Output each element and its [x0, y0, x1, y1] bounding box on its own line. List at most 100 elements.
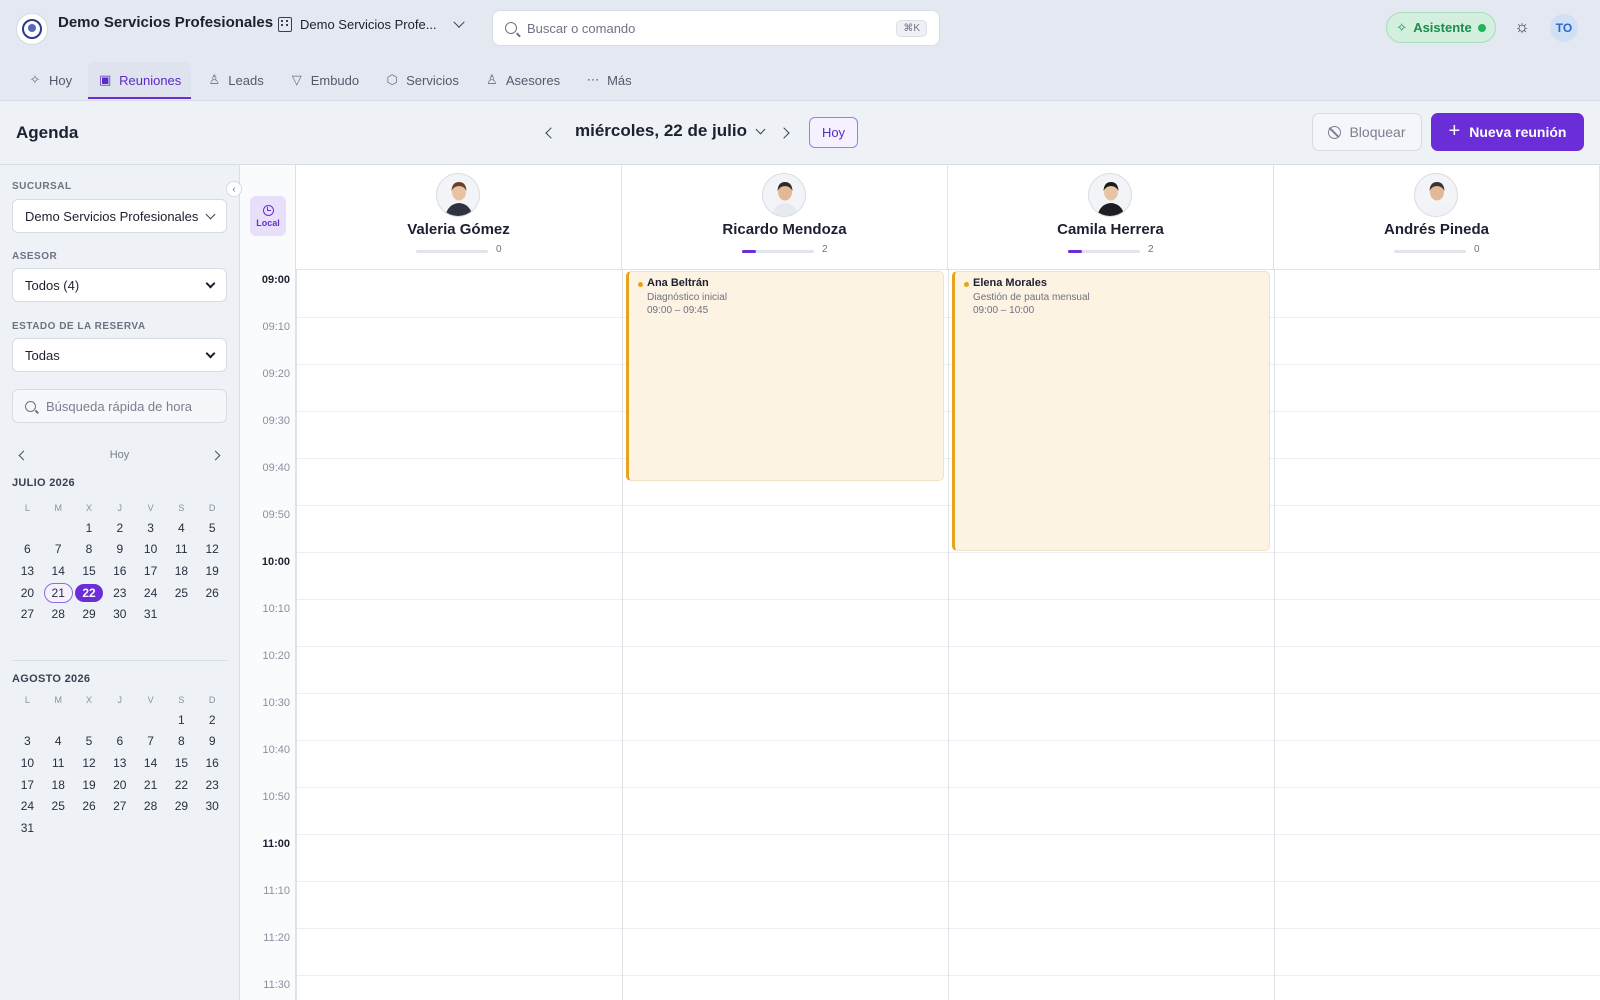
- calendar-day[interactable]: 2: [104, 517, 135, 539]
- timezone-toggle[interactable]: Local: [250, 196, 286, 236]
- branch-filter-select[interactable]: Demo Servicios Profesionales: [12, 199, 227, 233]
- calendar-day[interactable]: 31: [12, 817, 43, 839]
- calendar-day[interactable]: 6: [12, 539, 43, 561]
- calendar-day[interactable]: 16: [104, 560, 135, 582]
- calendar-day[interactable]: 22: [166, 774, 197, 796]
- calendar-day[interactable]: 10: [12, 752, 43, 774]
- status-filter-select[interactable]: Todas: [12, 338, 227, 372]
- calendar-day[interactable]: 12: [74, 752, 105, 774]
- block-button[interactable]: Bloquear: [1312, 113, 1422, 151]
- calendar-day[interactable]: 21: [135, 774, 166, 796]
- calendar-day[interactable]: 3: [135, 517, 166, 539]
- calendar-day[interactable]: 1: [74, 517, 105, 539]
- calendar-day[interactable]: 28: [135, 795, 166, 817]
- tab-ms[interactable]: ⋯ Más: [576, 62, 642, 98]
- selected-day[interactable]: 22: [74, 582, 105, 604]
- calendar-day[interactable]: 17: [135, 560, 166, 582]
- meeting-event[interactable]: Ana Beltrán Diagnóstico inicial 09:00 – 09…: [626, 271, 944, 481]
- calendar-day[interactable]: 16: [197, 752, 228, 774]
- date-picker[interactable]: miércoles, 22 de julio: [575, 121, 766, 141]
- quick-time-search-input[interactable]: Búsqueda rápida de hora: [12, 389, 227, 423]
- tab-embudo[interactable]: ▽ Embudo: [280, 62, 369, 98]
- mini-prev-month-button[interactable]: [12, 445, 32, 465]
- calendar-day[interactable]: 17: [12, 774, 43, 796]
- calendar-day[interactable]: 19: [74, 774, 105, 796]
- calendar-day[interactable]: 10: [135, 539, 166, 561]
- calendar-day[interactable]: 28: [43, 603, 74, 625]
- search-icon: [25, 400, 36, 412]
- calendar-day[interactable]: 8: [74, 539, 105, 561]
- calendar-day[interactable]: 29: [166, 795, 197, 817]
- chevron-down-icon: [205, 278, 216, 288]
- calendar-day[interactable]: 14: [135, 752, 166, 774]
- user-avatar[interactable]: TO: [1550, 14, 1578, 42]
- calendar-day[interactable]: 20: [104, 774, 135, 796]
- today-day[interactable]: 21: [43, 582, 74, 604]
- calendar-day[interactable]: 12: [197, 539, 228, 561]
- calendar-day[interactable]: 20: [12, 582, 43, 604]
- calendar-day[interactable]: 15: [74, 560, 105, 582]
- calendar-day[interactable]: 5: [197, 517, 228, 539]
- advisor-column-header[interactable]: Andrés Pineda 0: [1274, 165, 1600, 270]
- calendar-day[interactable]: 14: [43, 560, 74, 582]
- calendar-day[interactable]: 31: [135, 603, 166, 625]
- calendar-day[interactable]: 4: [166, 517, 197, 539]
- calendar-day[interactable]: 9: [104, 539, 135, 561]
- calendar-day[interactable]: 6: [104, 731, 135, 753]
- calendar-day[interactable]: 8: [166, 731, 197, 753]
- branch-switcher[interactable]: Demo Servicios Profe...: [278, 16, 465, 32]
- sun-icon[interactable]: ☼: [1512, 17, 1532, 37]
- calendar-day[interactable]: 23: [197, 774, 228, 796]
- advisor-filter-select[interactable]: Todos (4): [12, 268, 227, 302]
- tab-leads[interactable]: ♙ Leads: [197, 62, 273, 98]
- assistant-button[interactable]: ✧ Asistente: [1386, 12, 1496, 43]
- calendar-day[interactable]: 25: [43, 795, 74, 817]
- advisor-column-header[interactable]: Ricardo Mendoza 2: [622, 165, 948, 270]
- calendar-day[interactable]: 7: [43, 539, 74, 561]
- advisor-column-header[interactable]: Camila Herrera 2: [948, 165, 1274, 270]
- calendar-day[interactable]: 24: [135, 582, 166, 604]
- calendar-day[interactable]: 2: [197, 709, 228, 731]
- calendar-day[interactable]: 29: [74, 603, 105, 625]
- calendar-day[interactable]: 15: [166, 752, 197, 774]
- calendar-day[interactable]: 7: [135, 731, 166, 753]
- app-logo[interactable]: [16, 13, 48, 45]
- calendar-day[interactable]: 13: [104, 752, 135, 774]
- calendar-day[interactable]: 23: [104, 582, 135, 604]
- calendar-day[interactable]: 11: [166, 539, 197, 561]
- tab-asesores[interactable]: ♙ Asesores: [475, 62, 570, 98]
- calendar-day[interactable]: 30: [197, 795, 228, 817]
- mini-today-button[interactable]: Hoy: [110, 449, 130, 461]
- calendar-day[interactable]: 19: [197, 560, 228, 582]
- today-button[interactable]: Hoy: [809, 117, 858, 148]
- command-search[interactable]: Buscar o comando ⌘K: [492, 10, 940, 46]
- tab-hoy[interactable]: ✧ Hoy: [18, 62, 82, 98]
- calendar-day[interactable]: 18: [166, 560, 197, 582]
- tab-servicios[interactable]: ⬡ Servicios: [375, 62, 469, 98]
- calendar-day[interactable]: 1: [166, 709, 197, 731]
- previous-day-button[interactable]: [539, 123, 559, 143]
- mini-next-month-button[interactable]: [207, 445, 227, 465]
- calendar-day[interactable]: 26: [197, 582, 228, 604]
- calendar-day[interactable]: 3: [12, 731, 43, 753]
- calendar-day[interactable]: 5: [74, 731, 105, 753]
- calendar-day[interactable]: 26: [74, 795, 105, 817]
- calendar-day[interactable]: 4: [43, 731, 74, 753]
- next-day-button[interactable]: [775, 123, 795, 143]
- calendar-day[interactable]: 30: [104, 603, 135, 625]
- calendar-day[interactable]: 27: [12, 603, 43, 625]
- calendar-day[interactable]: 25: [166, 582, 197, 604]
- tab-reuniones[interactable]: ▣ Reuniones: [88, 62, 192, 99]
- collapse-sidebar-icon[interactable]: ‹: [226, 181, 242, 197]
- calendar-day[interactable]: 18: [43, 774, 74, 796]
- calendar-day[interactable]: 27: [104, 795, 135, 817]
- time-slot-label: 11:20: [263, 932, 290, 944]
- calendar-day[interactable]: 13: [12, 560, 43, 582]
- weekday-label: S: [178, 695, 185, 705]
- calendar-day[interactable]: 9: [197, 731, 228, 753]
- new-meeting-button[interactable]: + Nueva reunión: [1431, 113, 1584, 151]
- calendar-day[interactable]: 24: [12, 795, 43, 817]
- meeting-event[interactable]: Elena Morales Gestión de pauta mensual 09:…: [952, 271, 1270, 551]
- advisor-column-header[interactable]: Valeria Gómez 0: [296, 165, 622, 270]
- calendar-day[interactable]: 11: [43, 752, 74, 774]
